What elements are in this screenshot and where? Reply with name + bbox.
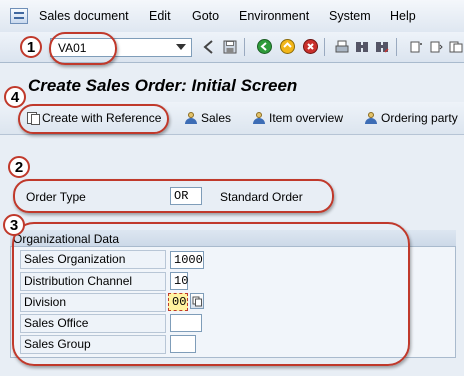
page-title: Create Sales Order: Initial Screen — [28, 76, 298, 95]
ordering-party-label: Ordering party — [381, 111, 458, 125]
system-menu-icon[interactable] — [10, 8, 28, 24]
cancel-icon[interactable] — [302, 38, 318, 55]
sales-button[interactable]: Sales — [184, 111, 231, 125]
toolbar-separator — [244, 38, 245, 56]
back-icon[interactable] — [256, 38, 272, 55]
menu-system[interactable]: System — [329, 9, 371, 23]
callout-number-1: 1 — [20, 36, 42, 58]
callout-oval-order-type — [13, 179, 334, 213]
sales-label: Sales — [201, 111, 232, 125]
toolbar-separator — [324, 38, 325, 56]
menu-environment[interactable]: Environment — [239, 9, 309, 23]
exit-icon[interactable] — [279, 38, 295, 55]
menu-help[interactable]: Help — [390, 9, 416, 23]
toolbar-separator — [396, 38, 397, 56]
next-page-icon[interactable] — [448, 38, 464, 55]
menu-goto[interactable]: Goto — [192, 9, 219, 23]
callout-number-3: 3 — [3, 214, 25, 236]
callout-oval-create-with-reference — [18, 104, 169, 134]
menu-sales-document[interactable]: Sales document — [39, 9, 129, 23]
callout-number-2: 2 — [8, 156, 30, 178]
callout-oval-organizational-data — [12, 222, 410, 366]
menu-edit[interactable]: Edit — [149, 9, 171, 23]
callout-number-4: 4 — [4, 86, 26, 108]
first-page-icon[interactable] — [408, 38, 424, 55]
person-icon — [252, 112, 266, 124]
find-next-icon[interactable] — [374, 38, 390, 55]
command-dropdown-icon[interactable] — [176, 44, 186, 50]
person-icon — [184, 112, 198, 124]
callout-oval-command-field — [49, 32, 117, 65]
ordering-party-button[interactable]: Ordering party — [364, 111, 458, 125]
prev-page-icon[interactable] — [428, 38, 444, 55]
enter-icon[interactable] — [200, 38, 216, 55]
item-overview-label: Item overview — [269, 111, 344, 125]
print-icon[interactable] — [334, 38, 350, 55]
save-icon[interactable] — [222, 38, 238, 55]
person-icon — [364, 112, 378, 124]
find-icon[interactable] — [354, 38, 370, 55]
item-overview-button[interactable]: Item overview — [252, 111, 343, 125]
